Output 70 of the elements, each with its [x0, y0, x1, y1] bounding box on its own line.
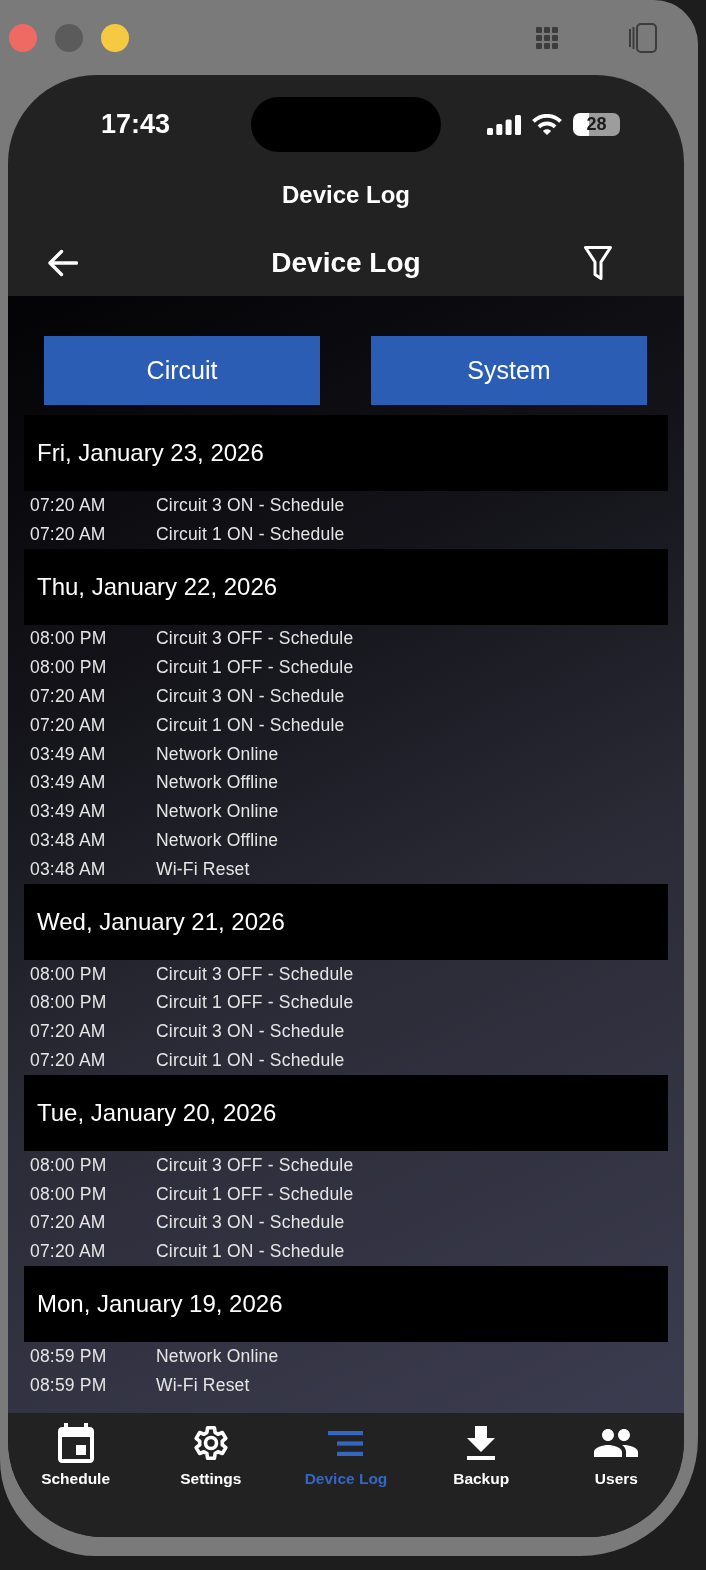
- log-time: 03:49 AM: [30, 772, 107, 794]
- log-time: 07:20 AM: [30, 1212, 107, 1234]
- log-time: 08:59 PM: [30, 1374, 108, 1396]
- filter-icon[interactable]: [583, 245, 613, 281]
- calendar-icon: [57, 1423, 94, 1463]
- page-title: Device Log: [280, 180, 411, 210]
- log-time: 07:20 AM: [30, 1050, 107, 1072]
- log-time: 03:48 AM: [30, 830, 107, 852]
- signal-icon: [487, 114, 521, 135]
- download-icon: [467, 1426, 496, 1460]
- log-time: 07:20 AM: [30, 523, 107, 545]
- lines-icon: [328, 1430, 364, 1456]
- log-event: Circuit 3 ON - Schedule: [156, 494, 345, 516]
- log-time: 07:20 AM: [30, 714, 107, 736]
- log-time: 08:00 PM: [30, 628, 108, 650]
- log-event: Circuit 3 ON - Schedule: [156, 1212, 345, 1234]
- device-icon[interactable]: [629, 22, 657, 53]
- back-icon[interactable]: [47, 249, 78, 277]
- log-time: 07:20 AM: [30, 494, 107, 516]
- grid-icon[interactable]: [536, 26, 558, 49]
- tab[interactable]: Settings: [180, 1413, 242, 1488]
- tab[interactable]: Schedule: [41, 1413, 111, 1488]
- log-time: 03:49 AM: [30, 801, 107, 823]
- date-header: Fri, January 23, 2026: [24, 415, 668, 491]
- log-event: Circuit 1 OFF - Schedule: [156, 1183, 354, 1205]
- date-header: Wed, January 21, 2026: [24, 883, 668, 960]
- status-time: 17:43: [100, 108, 171, 141]
- log-event: Circuit 1 ON - Schedule: [156, 523, 345, 545]
- log-time: 08:00 PM: [30, 992, 108, 1014]
- log-time: 07:20 AM: [30, 1021, 107, 1043]
- date-header: Tue, January 20, 2026: [24, 1074, 668, 1151]
- log-event: Circuit 1 OFF - Schedule: [156, 992, 354, 1014]
- log-event: Network Offline: [156, 772, 279, 794]
- category-button[interactable]: System: [371, 336, 647, 405]
- close-icon[interactable]: [9, 23, 37, 52]
- log-event: Circuit 1 ON - Schedule: [156, 1241, 345, 1263]
- log-event: Wi-Fi Reset: [156, 1374, 250, 1396]
- screen-title: Device Log: [271, 247, 421, 279]
- tab[interactable]: Backup: [453, 1413, 510, 1488]
- zoom-icon[interactable]: [101, 23, 129, 52]
- log-event: Circuit 3 ON - Schedule: [156, 686, 345, 708]
- log-event: Circuit 3 OFF - Schedule: [156, 1154, 354, 1176]
- log-time: 03:48 AM: [30, 858, 107, 880]
- users-icon: [594, 1429, 639, 1457]
- log-event: Circuit 1 ON - Schedule: [156, 1050, 345, 1072]
- minimize-icon[interactable]: [55, 23, 83, 52]
- log-time: 08:59 PM: [30, 1346, 108, 1368]
- log-event: Circuit 1 OFF - Schedule: [156, 657, 354, 679]
- log-event: Circuit 3 OFF - Schedule: [156, 628, 354, 650]
- log-time: 07:20 AM: [30, 686, 107, 708]
- log-time: 08:00 PM: [30, 1154, 108, 1176]
- category-button[interactable]: Circuit: [44, 336, 320, 405]
- log-event: Network Online: [156, 1346, 279, 1368]
- log-time: 08:00 PM: [30, 657, 108, 679]
- log-event: Circuit 3 OFF - Schedule: [156, 963, 354, 985]
- log-event: Network Offline: [156, 830, 279, 852]
- log-event: Wi-Fi Reset: [156, 858, 250, 880]
- log-event: Circuit 3 ON - Schedule: [156, 1021, 345, 1043]
- gear-icon: [191, 1424, 230, 1462]
- log-time: 08:00 PM: [30, 1183, 108, 1205]
- wifi-icon: [532, 114, 562, 135]
- log-time: 07:20 AM: [30, 1241, 107, 1263]
- log-event: Network Online: [156, 801, 279, 823]
- log-time: 08:00 PM: [30, 963, 108, 985]
- log-event: Network Online: [156, 743, 279, 765]
- date-header: Thu, January 22, 2026: [24, 548, 668, 625]
- date-header: Mon, January 19, 2026: [24, 1266, 668, 1343]
- tab[interactable]: Users: [594, 1413, 639, 1488]
- log-time: 03:49 AM: [30, 743, 107, 765]
- log-event: Circuit 1 ON - Schedule: [156, 714, 345, 736]
